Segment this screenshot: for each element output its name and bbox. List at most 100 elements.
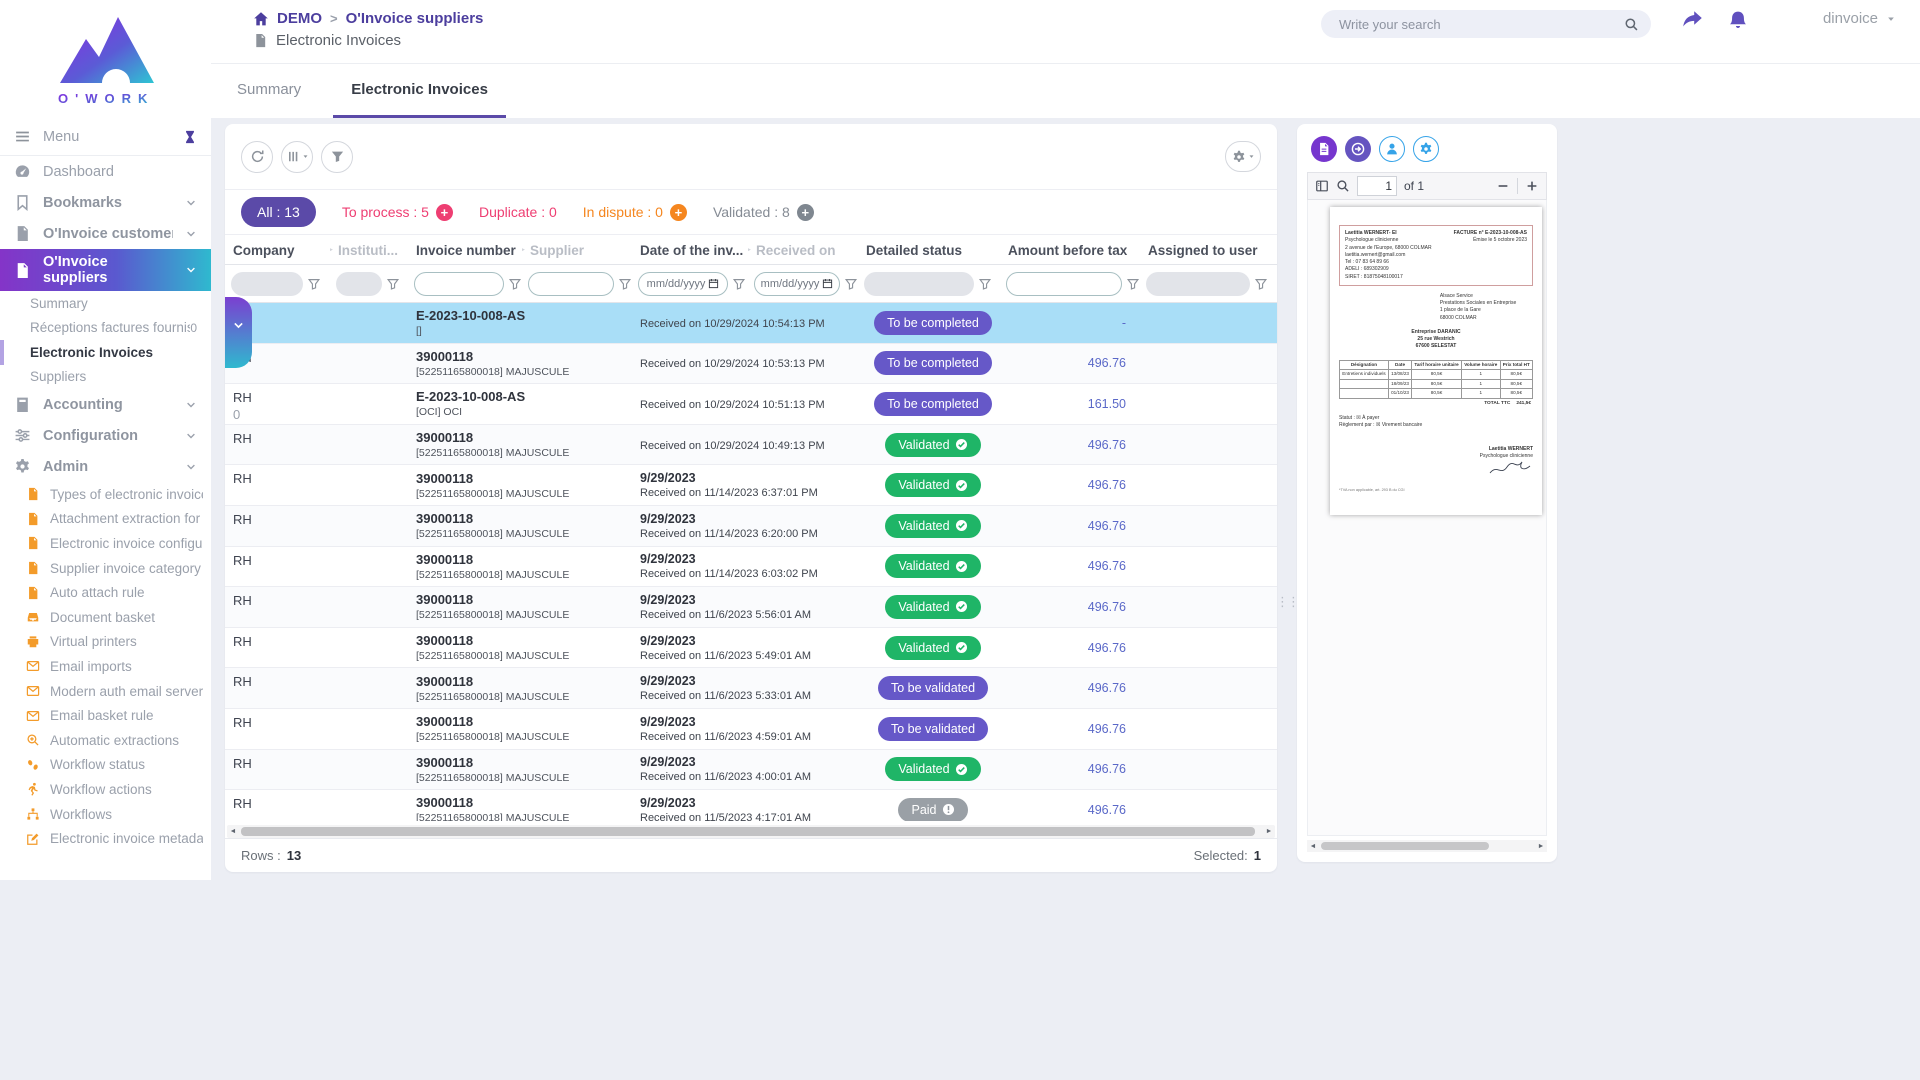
- sidebar-item-o-invoice-customers[interactable]: O'Invoice customers: [0, 218, 211, 249]
- share-icon[interactable]: [1681, 10, 1703, 32]
- sidebar-admin-item-workflow-status[interactable]: Workflow status: [0, 753, 211, 778]
- table-row[interactable]: RH39000118[52251165800018] MAJUSCULE9/29…: [225, 709, 1277, 750]
- scroll-left-arrow[interactable]: ◄: [227, 826, 239, 837]
- table-row[interactable]: RH39000118[52251165800018] MAJUSCULERece…: [225, 344, 1277, 385]
- sidebar-admin-item-electronic-invoice-metadata[interactable]: Electronic invoice metadata: [0, 826, 211, 851]
- sidebar-item-bookmarks[interactable]: Bookmarks: [0, 187, 211, 218]
- breadcrumb-root[interactable]: DEMO: [277, 10, 322, 27]
- tab-electronic-invoices[interactable]: Electronic Invoices: [333, 64, 506, 118]
- refresh-button[interactable]: [241, 141, 273, 173]
- sidebar-item-dashboard[interactable]: Dashboard: [0, 156, 211, 187]
- amount-link[interactable]: 496.76: [1088, 600, 1126, 614]
- sidebar-admin-item-automatic-extractions[interactable]: Automatic extractions: [0, 728, 211, 753]
- sidebar-item-admin[interactable]: Admin: [0, 451, 211, 482]
- table-row[interactable]: RH39000118[52251165800018] MAJUSCULE9/29…: [225, 628, 1277, 669]
- amount-link[interactable]: 496.76: [1088, 559, 1126, 573]
- pdf-horizontal-scrollbar[interactable]: ◄ ►: [1307, 840, 1547, 852]
- sidebar-admin-item-electronic-invoice-configuration[interactable]: Electronic invoice configuration: [0, 531, 211, 556]
- table-row[interactable]: RH39000118[52251165800018] MAJUSCULE9/29…: [225, 547, 1277, 588]
- hourglass-icon[interactable]: [183, 129, 197, 145]
- amount-link[interactable]: 161.50: [1088, 397, 1126, 411]
- zoom-in-icon[interactable]: [1525, 179, 1539, 193]
- scroll-right-arrow[interactable]: ►: [1263, 826, 1275, 837]
- pdf-viewer[interactable]: Laetitia WERNERT- EIPsychologue clinicie…: [1307, 200, 1547, 836]
- assign-user-button[interactable]: [1379, 136, 1405, 162]
- filter-chip-all[interactable]: All : 13: [241, 197, 316, 227]
- table-row[interactable]: RH39000118[52251165800018] MAJUSCULERece…: [225, 425, 1277, 466]
- column-header-amount-before-tax[interactable]: Amount before tax: [1000, 235, 1140, 264]
- columns-button[interactable]: [281, 141, 313, 173]
- amount-link[interactable]: 496.76: [1088, 438, 1126, 452]
- table-horizontal-scrollbar[interactable]: ◄ ►: [227, 825, 1275, 838]
- table-settings-button[interactable]: [1225, 141, 1261, 172]
- column-header-supplier[interactable]: Supplier: [522, 235, 632, 264]
- table-row[interactable]: RH39000118[52251165800018] MAJUSCULE9/29…: [225, 750, 1277, 791]
- sidebar-admin-item-modern-auth-email-server[interactable]: Modern auth email server: [0, 679, 211, 704]
- column-header-assigned-to-user[interactable]: Assigned to user: [1140, 235, 1277, 264]
- sidebar-admin-item-types-of-electronic-invoices[interactable]: Types of electronic invoices: [0, 482, 211, 507]
- table-row[interactable]: RHE-2023-10-008-AS[OCI] OCIReceived on 1…: [225, 384, 1277, 425]
- amount-link[interactable]: 496.76: [1088, 762, 1126, 776]
- amount-link[interactable]: 496.76: [1088, 641, 1126, 655]
- amount-link[interactable]: 496.76: [1088, 803, 1126, 817]
- disabled-filter-input[interactable]: [864, 272, 974, 296]
- plus-circle-icon[interactable]: +: [797, 204, 814, 221]
- filter-chip-in-dispute[interactable]: In dispute : 0+: [583, 204, 687, 221]
- sidebar-item-accounting[interactable]: Accounting: [0, 389, 211, 420]
- breadcrumb-section[interactable]: O'Invoice suppliers: [346, 10, 484, 27]
- sidebar-admin-item-workflow-actions[interactable]: Workflow actions: [0, 777, 211, 802]
- sidebar-admin-item-email-basket-rule[interactable]: Email basket rule: [0, 703, 211, 728]
- text-filter-input[interactable]: [1006, 272, 1122, 296]
- sidebar-subitem-summary[interactable]: Summary: [0, 291, 211, 316]
- pdf-sidebar-toggle-icon[interactable]: [1315, 179, 1329, 193]
- table-row[interactable]: RH39000118[52251165800018] MAJUSCULE9/29…: [225, 790, 1277, 821]
- filter-chip-duplicate[interactable]: Duplicate : 0: [479, 204, 557, 220]
- column-header-instituti-[interactable]: Instituti...: [330, 235, 408, 264]
- plus-circle-icon[interactable]: +: [436, 204, 453, 221]
- panel-toggle-tab[interactable]: [225, 297, 252, 368]
- tab-summary[interactable]: Summary: [219, 64, 319, 118]
- sidebar-subitem-electronic-invoices[interactable]: Electronic Invoices: [0, 340, 211, 365]
- table-row[interactable]: RH39000118[52251165800018] MAJUSCULE9/29…: [225, 506, 1277, 547]
- pdf-page-input[interactable]: [1357, 176, 1397, 196]
- disabled-filter-input[interactable]: [336, 272, 382, 296]
- column-header-company[interactable]: Company: [225, 235, 330, 264]
- filter-chip-validated[interactable]: Validated : 8+: [713, 204, 814, 221]
- disabled-filter-input[interactable]: [231, 272, 303, 296]
- global-search[interactable]: [1321, 10, 1651, 38]
- amount-link[interactable]: -: [1122, 316, 1126, 330]
- pdf-scroll-right-arrow[interactable]: ►: [1535, 843, 1547, 850]
- sidebar-admin-item-supplier-invoice-category[interactable]: Supplier invoice category: [0, 556, 211, 581]
- search-input[interactable]: [1337, 16, 1624, 33]
- column-header-detailed-status[interactable]: Detailed status: [858, 235, 1000, 264]
- app-logo[interactable]: O'WORK: [0, 0, 211, 118]
- hamburger-icon[interactable]: [14, 128, 31, 145]
- plus-circle-icon[interactable]: +: [670, 204, 687, 221]
- pdf-file-button[interactable]: [1311, 136, 1337, 162]
- pdf-scrollbar-thumb[interactable]: [1321, 842, 1489, 850]
- pdf-scroll-left-arrow[interactable]: ◄: [1307, 843, 1319, 850]
- amount-link[interactable]: 496.76: [1088, 681, 1126, 695]
- amount-link[interactable]: 496.76: [1088, 356, 1126, 370]
- sidebar-item-o-invoice-suppliers[interactable]: O'Invoice suppliers: [0, 249, 211, 291]
- column-header-date-of-the-inv-[interactable]: Date of the inv...: [632, 235, 748, 264]
- sidebar-admin-item-attachment-extraction-for-electron[interactable]: Attachment extraction for electron: [0, 507, 211, 532]
- zoom-out-icon[interactable]: [1496, 179, 1510, 193]
- bell-icon[interactable]: [1727, 10, 1749, 32]
- sidebar-admin-item-workflows[interactable]: Workflows: [0, 802, 211, 827]
- sidebar-admin-item-email-imports[interactable]: Email imports: [0, 654, 211, 679]
- sidebar-item-configuration[interactable]: Configuration: [0, 420, 211, 451]
- search-icon[interactable]: [1624, 17, 1639, 32]
- date-filter-input[interactable]: mm/dd/yyyy: [638, 272, 728, 296]
- pdf-search-icon[interactable]: [1336, 179, 1350, 193]
- preview-settings-button[interactable]: [1413, 136, 1439, 162]
- scrollbar-thumb[interactable]: [241, 827, 1255, 836]
- sidebar-subitem-r-ceptions-factures-fournisseurs[interactable]: Réceptions factures fournisseurs0: [0, 316, 211, 341]
- open-invoice-button[interactable]: [1345, 136, 1371, 162]
- table-row[interactable]: RHE-2023-10-008-AS[]Received on 10/29/20…: [225, 303, 1277, 344]
- column-header-invoice-number[interactable]: Invoice number: [408, 235, 522, 264]
- sidebar-admin-item-virtual-printers[interactable]: Virtual printers: [0, 630, 211, 655]
- amount-link[interactable]: 496.76: [1088, 519, 1126, 533]
- user-menu[interactable]: dinvoice: [1823, 10, 1896, 27]
- amount-link[interactable]: 496.76: [1088, 722, 1126, 736]
